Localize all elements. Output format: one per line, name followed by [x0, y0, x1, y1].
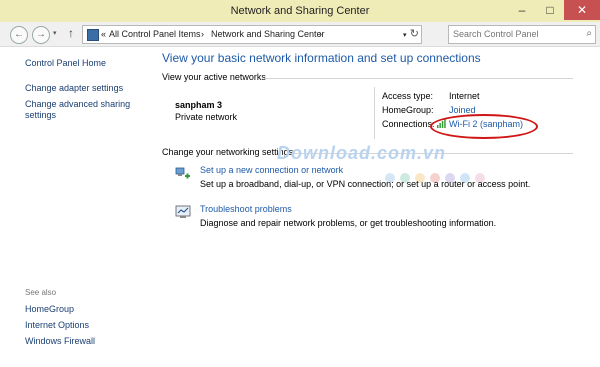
troubleshoot-icon — [175, 205, 191, 218]
highlight-circle — [430, 114, 538, 139]
search-icon[interactable]: ⌕ — [586, 28, 592, 39]
breadcrumb-separator[interactable]: « — [101, 29, 106, 39]
sidebar-item-homegroup[interactable]: HomeGroup — [25, 304, 74, 315]
troubleshoot-link[interactable]: Troubleshoot problems — [200, 204, 292, 214]
setup-connection-link[interactable]: Set up a new connection or network — [200, 165, 343, 175]
back-button[interactable]: ← — [10, 26, 28, 44]
active-networks-label: View your active networks — [162, 72, 266, 82]
recent-pages-dropdown[interactable]: ▾ — [53, 29, 57, 37]
address-row: ← → ▾ ↑ « All Control Panel Items › Netw… — [0, 22, 600, 47]
setup-connection-description: Set up a broadband, dial-up, or VPN conn… — [200, 179, 531, 189]
sidebar-item-change-advanced-sharing[interactable]: Change advanced sharing — [25, 99, 130, 110]
sidebar-item-change-advanced-sharing[interactable]: settings — [25, 110, 56, 121]
network-name: sanpham 3 — [175, 100, 223, 110]
forward-button[interactable]: → — [32, 26, 50, 44]
address-bar[interactable]: « All Control Panel Items › Network and … — [82, 25, 422, 44]
homegroup-label: HomeGroup: — [382, 105, 434, 115]
address-dropdown-icon[interactable]: ▾ — [403, 31, 407, 39]
search-input[interactable] — [451, 27, 577, 40]
page-title: View your basic network information and … — [162, 51, 481, 65]
sidebar-item-control-panel-home[interactable]: Control Panel Home — [25, 58, 106, 69]
sidebar-item-windows-firewall[interactable]: Windows Firewall — [25, 336, 95, 347]
connections-label: Connections: — [382, 119, 435, 129]
change-settings-label: Change your networking settings — [162, 147, 294, 157]
watermark: Download.com.vn — [277, 143, 447, 163]
close-button[interactable]: ✕ — [564, 0, 600, 20]
minimize-button[interactable]: – — [508, 0, 536, 20]
title-bar: Network and Sharing Center – □ ✕ — [0, 0, 600, 22]
breadcrumb-arrow[interactable]: › — [201, 29, 204, 39]
network-type[interactable]: Private network — [175, 112, 237, 122]
maximize-button[interactable]: □ — [536, 0, 564, 20]
sidebar-item-change-adapter-settings[interactable]: Change adapter settings — [25, 83, 123, 94]
new-connection-icon — [175, 167, 190, 179]
access-type-label: Access type: — [382, 91, 434, 101]
refresh-icon[interactable]: ↻ — [410, 27, 419, 40]
up-button[interactable]: ↑ — [68, 26, 74, 40]
troubleshoot-description: Diagnose and repair network problems, or… — [200, 218, 497, 228]
breadcrumb-arrow[interactable]: › — [319, 29, 322, 39]
control-panel-icon — [87, 29, 99, 41]
main-content: View your basic network information and … — [155, 47, 600, 367]
divider — [374, 87, 375, 139]
breadcrumb-all-items[interactable]: All Control Panel Items — [109, 29, 201, 39]
access-type-value: Internet — [449, 91, 480, 101]
divider — [265, 78, 573, 79]
search-box[interactable]: ⌕ — [448, 25, 596, 44]
see-also-label: See also — [25, 288, 57, 297]
sidebar: Control Panel Home Change adapter settin… — [0, 47, 155, 367]
sidebar-item-internet-options[interactable]: Internet Options — [25, 320, 89, 331]
breadcrumb-network-center[interactable]: Network and Sharing Center — [211, 29, 325, 39]
